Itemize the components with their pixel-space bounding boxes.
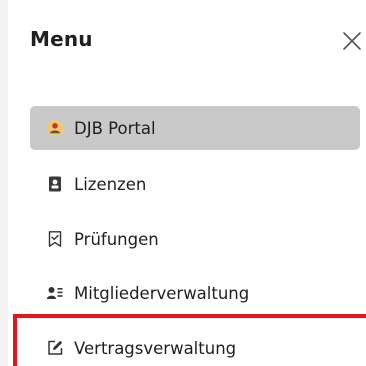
- panel-left-border: [0, 0, 8, 366]
- portal-icon: [46, 119, 64, 137]
- nav-item-label: Lizenzen: [74, 174, 147, 194]
- bookmark-check-icon: [46, 230, 64, 248]
- nav-item-label: Prüfungen: [74, 229, 159, 249]
- nav-item-label: Mitgliederverwaltung: [74, 283, 250, 303]
- nav-item-djb-portal[interactable]: DJB Portal: [30, 106, 360, 150]
- license-id-icon: [46, 175, 64, 193]
- nav-item-mitgliederverwaltung[interactable]: Mitgliederverwaltung: [30, 271, 360, 315]
- members-icon: [46, 284, 64, 302]
- nav-item-label: DJB Portal: [74, 118, 156, 138]
- nav-item-lizenzen[interactable]: Lizenzen: [30, 162, 360, 206]
- close-button[interactable]: [340, 29, 364, 53]
- close-icon: [343, 32, 361, 50]
- menu-title: Menu: [30, 27, 93, 51]
- nav-item-vertragsverwaltung[interactable]: Vertragsverwaltung: [30, 326, 360, 366]
- edit-icon: [46, 339, 64, 357]
- nav-item-pruefungen[interactable]: Prüfungen: [30, 217, 360, 261]
- side-menu-panel: Menu DJB Portal Lizenzen Prüfungen Mitgl…: [0, 0, 366, 366]
- nav-item-label: Vertragsverwaltung: [74, 338, 237, 358]
